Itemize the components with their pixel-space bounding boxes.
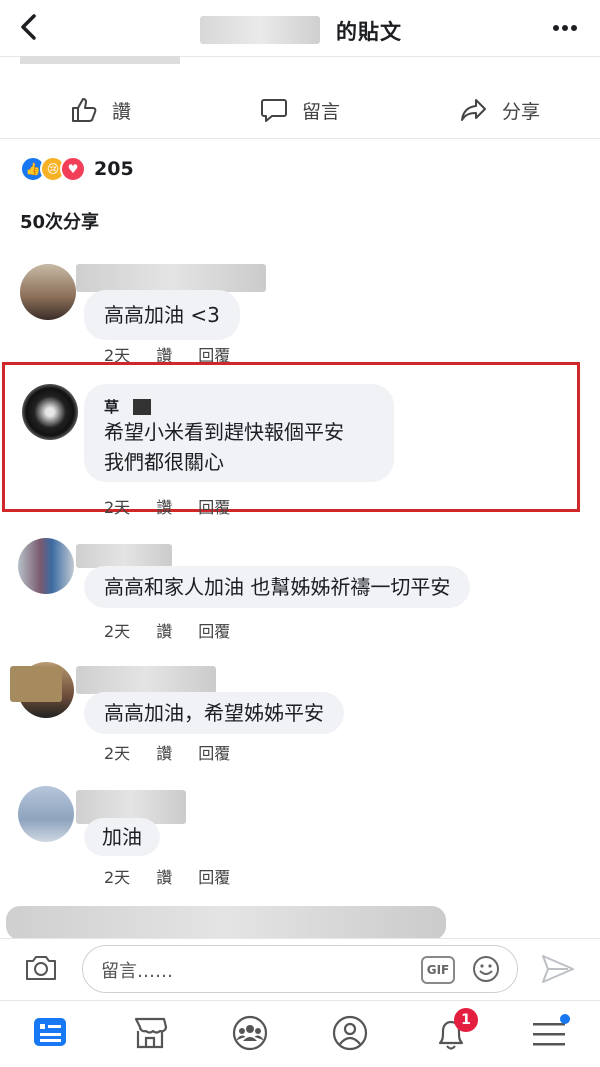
comment-bubble: 草 希望小米看到趕快報個平安 我們都很關心 [84,384,394,482]
back-icon[interactable] [18,12,48,44]
comment-bubble: 高高加油，希望姊姊平安 [84,692,344,734]
menu-indicator-dot [560,1014,570,1024]
comment-reply-link[interactable]: 回覆 [198,494,230,518]
comment-meta: 2天 讚 回覆 [104,740,256,764]
comment-time: 2天 [104,868,131,887]
marketplace-icon[interactable] [132,1015,168,1055]
reaction-count: 205 [94,158,134,180]
comment-like-link[interactable]: 讚 [156,494,172,518]
bottom-nav [0,1000,600,1067]
comment-like-link[interactable]: 讚 [156,740,172,764]
avatar[interactable] [18,538,74,594]
news-feed-icon[interactable] [32,1015,68,1053]
comment-time: 2天 [104,498,131,517]
comment-bubble-icon [261,99,287,122]
comment-label: 留言 [302,100,341,123]
avatar[interactable] [22,384,78,440]
blurred-avatar-cover [10,666,62,702]
comment-meta: 2天 讚 回覆 [104,864,256,888]
blurred-commenter-name [76,264,266,292]
comment-meta: 2天 讚 回覆 [104,618,256,642]
comment-reply-link[interactable]: 回覆 [198,618,230,642]
blurred-commenter-name [76,544,172,568]
share-arrow-icon [461,99,486,121]
post-action-bar: 讚 留言 分享 [0,82,600,139]
commenter-name-row: 草 [104,396,374,417]
blurred-post-text [20,56,180,64]
avatar[interactable] [20,264,76,320]
blurred-name-part [133,398,152,415]
comment-input[interactable]: 留言…… GIF [82,945,518,993]
comment-text: 加油 [102,825,142,849]
share-button[interactable]: 分享 [460,82,540,138]
camera-icon[interactable] [24,953,58,987]
like-label: 讚 [112,100,132,123]
emoji-icon[interactable] [471,954,501,988]
comment-button[interactable]: 留言 [260,82,340,138]
comment-bubble: 加油 [84,818,160,856]
comment-time: 2天 [104,744,131,763]
comment-like-link[interactable]: 讚 [156,618,172,642]
share-label: 分享 [502,100,541,123]
comment-text: 高高和家人加油 也幫姊姊祈禱一切平安 [104,575,451,599]
top-bar: 的貼文 [0,0,600,57]
comment-text: 高高加油，希望姊姊平安 [104,701,324,725]
comment-placeholder: 留言…… [101,961,173,982]
share-count[interactable]: 50次分享 [20,208,99,234]
like-button[interactable]: 讚 [70,82,131,138]
commenter-name[interactable]: 草 [104,396,119,417]
thumbs-up-icon [72,98,97,122]
love-reaction-icon: ♥ [60,156,86,182]
comment-text: 高高加油 <3 [104,303,220,327]
comment-like-link[interactable]: 讚 [156,864,172,888]
groups-icon[interactable] [232,1015,268,1055]
avatar[interactable] [18,786,74,842]
page-title: 的貼文 [336,20,402,44]
blurred-partial-comment [6,906,446,940]
comment-compose-bar: 留言…… GIF [0,938,600,1001]
comment-text-line2: 我們都很關心 [104,450,224,474]
comment-meta: 2天 讚 回覆 [104,494,256,518]
blurred-commenter-name [76,666,216,694]
comment-reply-link[interactable]: 回覆 [198,740,230,764]
profile-icon[interactable] [332,1015,368,1055]
menu-icon[interactable] [532,1021,566,1053]
gif-button[interactable]: GIF [421,956,455,984]
reaction-summary[interactable]: 👍 😢 ♥ 205 [20,156,134,182]
comment-reply-link[interactable]: 回覆 [198,864,230,888]
blurred-title-name [200,16,320,44]
comment-bubble: 高高和家人加油 也幫姊姊祈禱一切平安 [84,566,471,608]
comment-text: 希望小米看到趕快報個平安 [104,420,344,444]
notification-badge: 1 [454,1008,478,1032]
comment-time: 2天 [104,622,131,641]
more-options-icon[interactable] [552,14,578,47]
send-icon[interactable] [540,952,576,990]
comment-bubble: 高高加油 <3 [84,290,240,340]
